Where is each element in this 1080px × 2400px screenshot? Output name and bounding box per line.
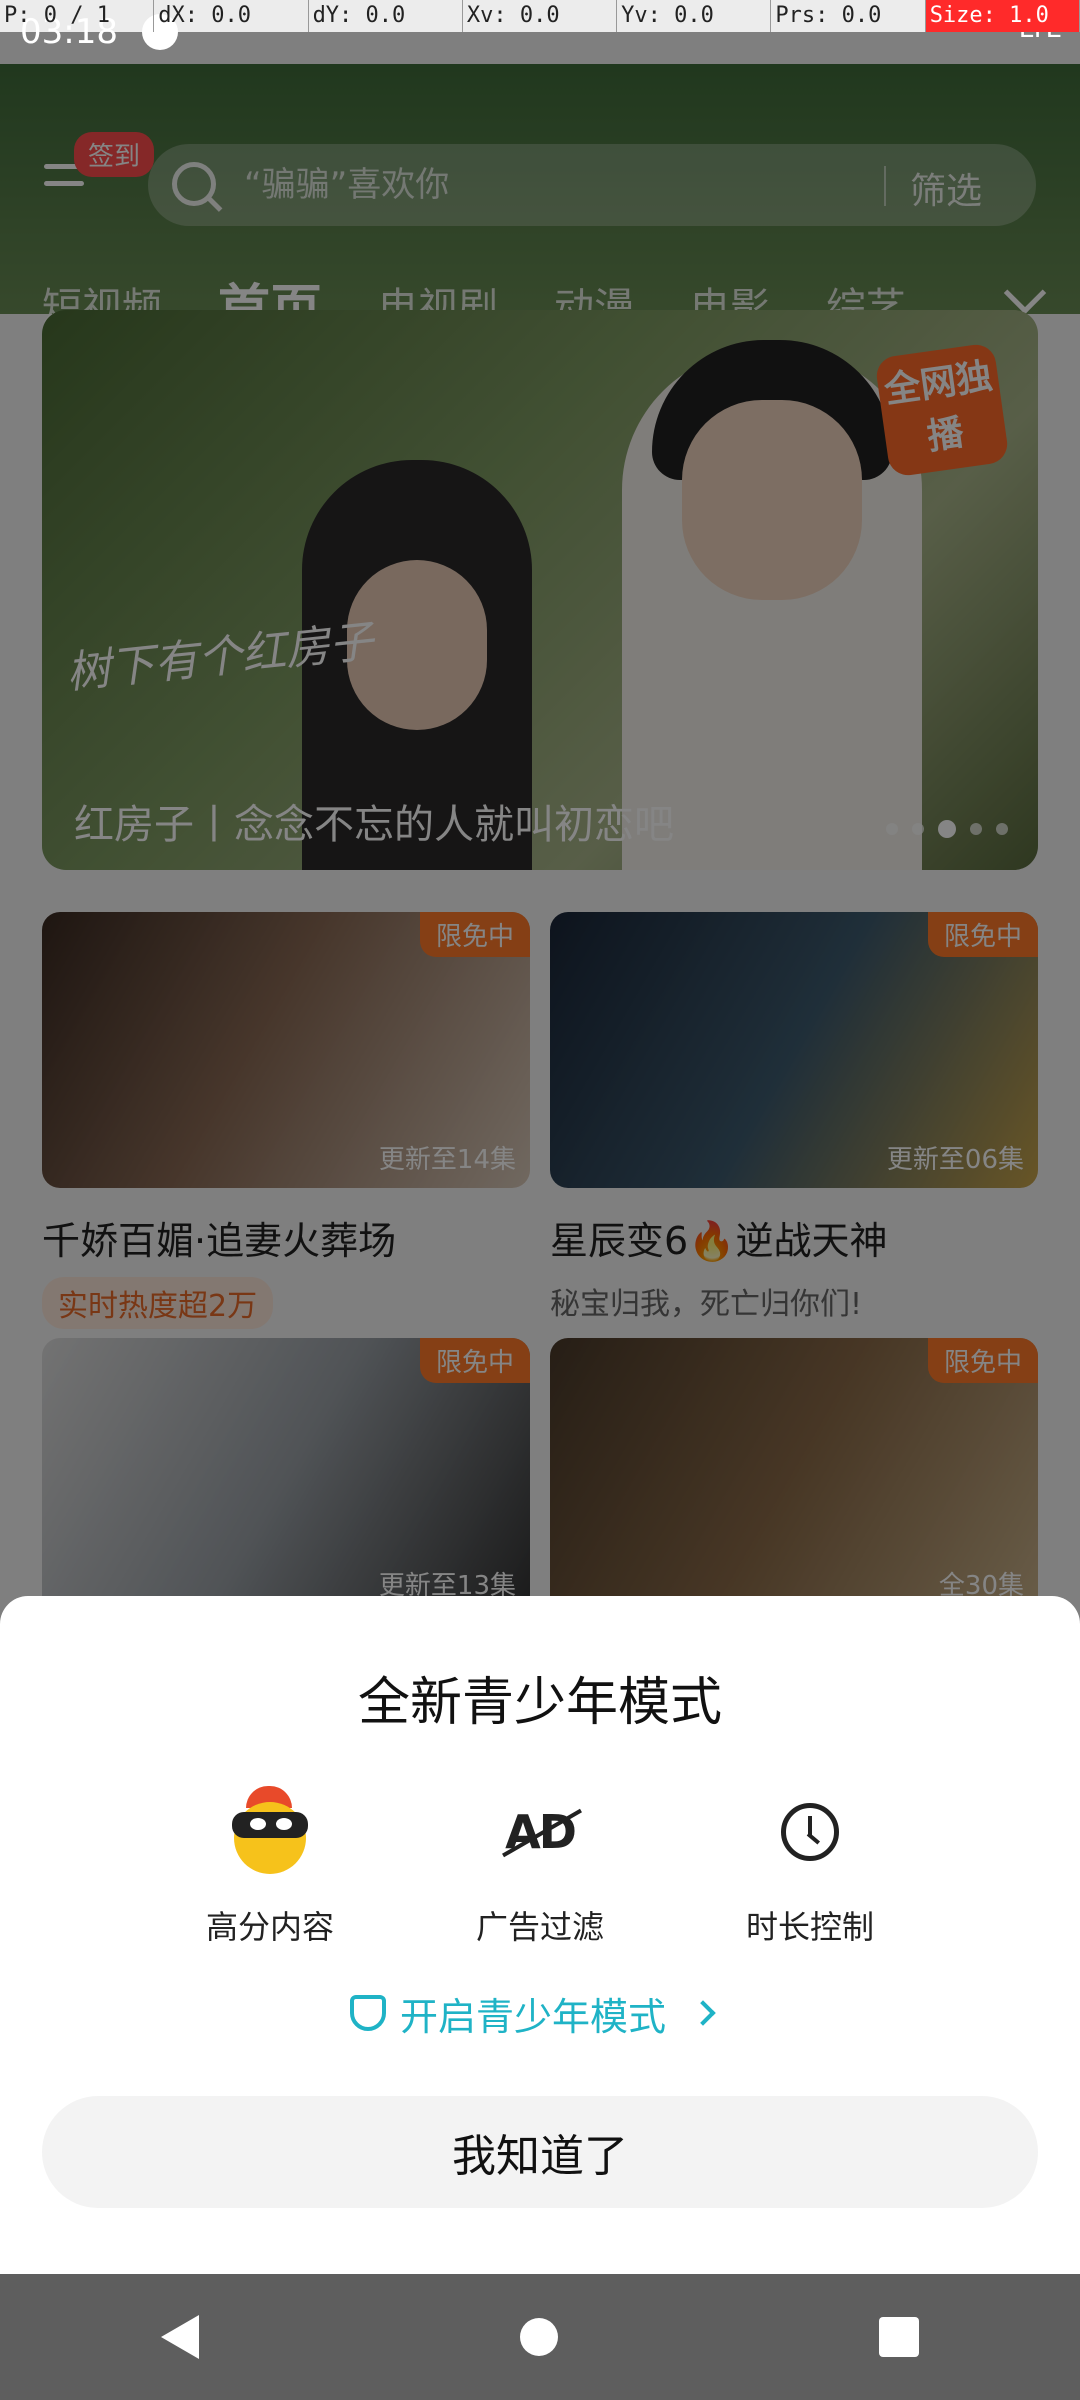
feature-time-control: 时长控制	[746, 1778, 874, 1948]
chevron-right-icon[interactable]	[690, 2000, 716, 2026]
recents-icon[interactable]	[879, 2317, 920, 2357]
debug-overlay: P: 0 / 1 dX: 0.0 dY: 0.0 Xv: 0.0 Yv: 0.0…	[0, 0, 1080, 32]
debug-xv: Xv: 0.0	[463, 0, 618, 32]
feature-label: 广告过滤	[476, 1908, 605, 1946]
debug-yv: Yv: 0.0	[617, 0, 772, 32]
debug-size: Size: 1.0	[925, 0, 1080, 32]
debug-dy: dY: 0.0	[309, 0, 463, 32]
enable-teen-mode-link[interactable]: 开启青少年模式	[350, 1980, 716, 2046]
system-nav-bar	[0, 2274, 1080, 2400]
debug-dx: dX: 0.0	[154, 0, 309, 32]
home-icon[interactable]	[519, 2318, 558, 2356]
screen: P: 0 / 1 dX: 0.0 dY: 0.0 Xv: 0.0 Yv: 0.0…	[0, 0, 1080, 2400]
shield-icon	[350, 1995, 386, 2031]
feature-high-score-content: 高分内容	[206, 1778, 334, 1948]
feature-label: 时长控制	[746, 1908, 875, 1946]
clock-icon	[756, 1778, 864, 1886]
debug-prs: Prs: 0.0	[771, 0, 926, 32]
mascot-icon	[216, 1778, 324, 1886]
debug-pointer: P: 0 / 1	[0, 0, 155, 32]
feature-label: 高分内容	[206, 1908, 335, 1946]
teen-mode-dialog: 全新青少年模式 高分内容 AD 广告过滤 时长控制 开启青少年模式 我知道了	[0, 1596, 1080, 2274]
dialog-title: 全新青少年模式	[357, 1673, 722, 1733]
back-icon[interactable]	[160, 2315, 199, 2359]
ad-block-icon: AD	[505, 1805, 577, 1859]
feature-ad-filter: AD 广告过滤	[476, 1778, 604, 1948]
enable-teen-mode-label[interactable]: 开启青少年模式	[400, 1986, 666, 2041]
got-it-button[interactable]: 我知道了	[42, 2096, 1038, 2208]
